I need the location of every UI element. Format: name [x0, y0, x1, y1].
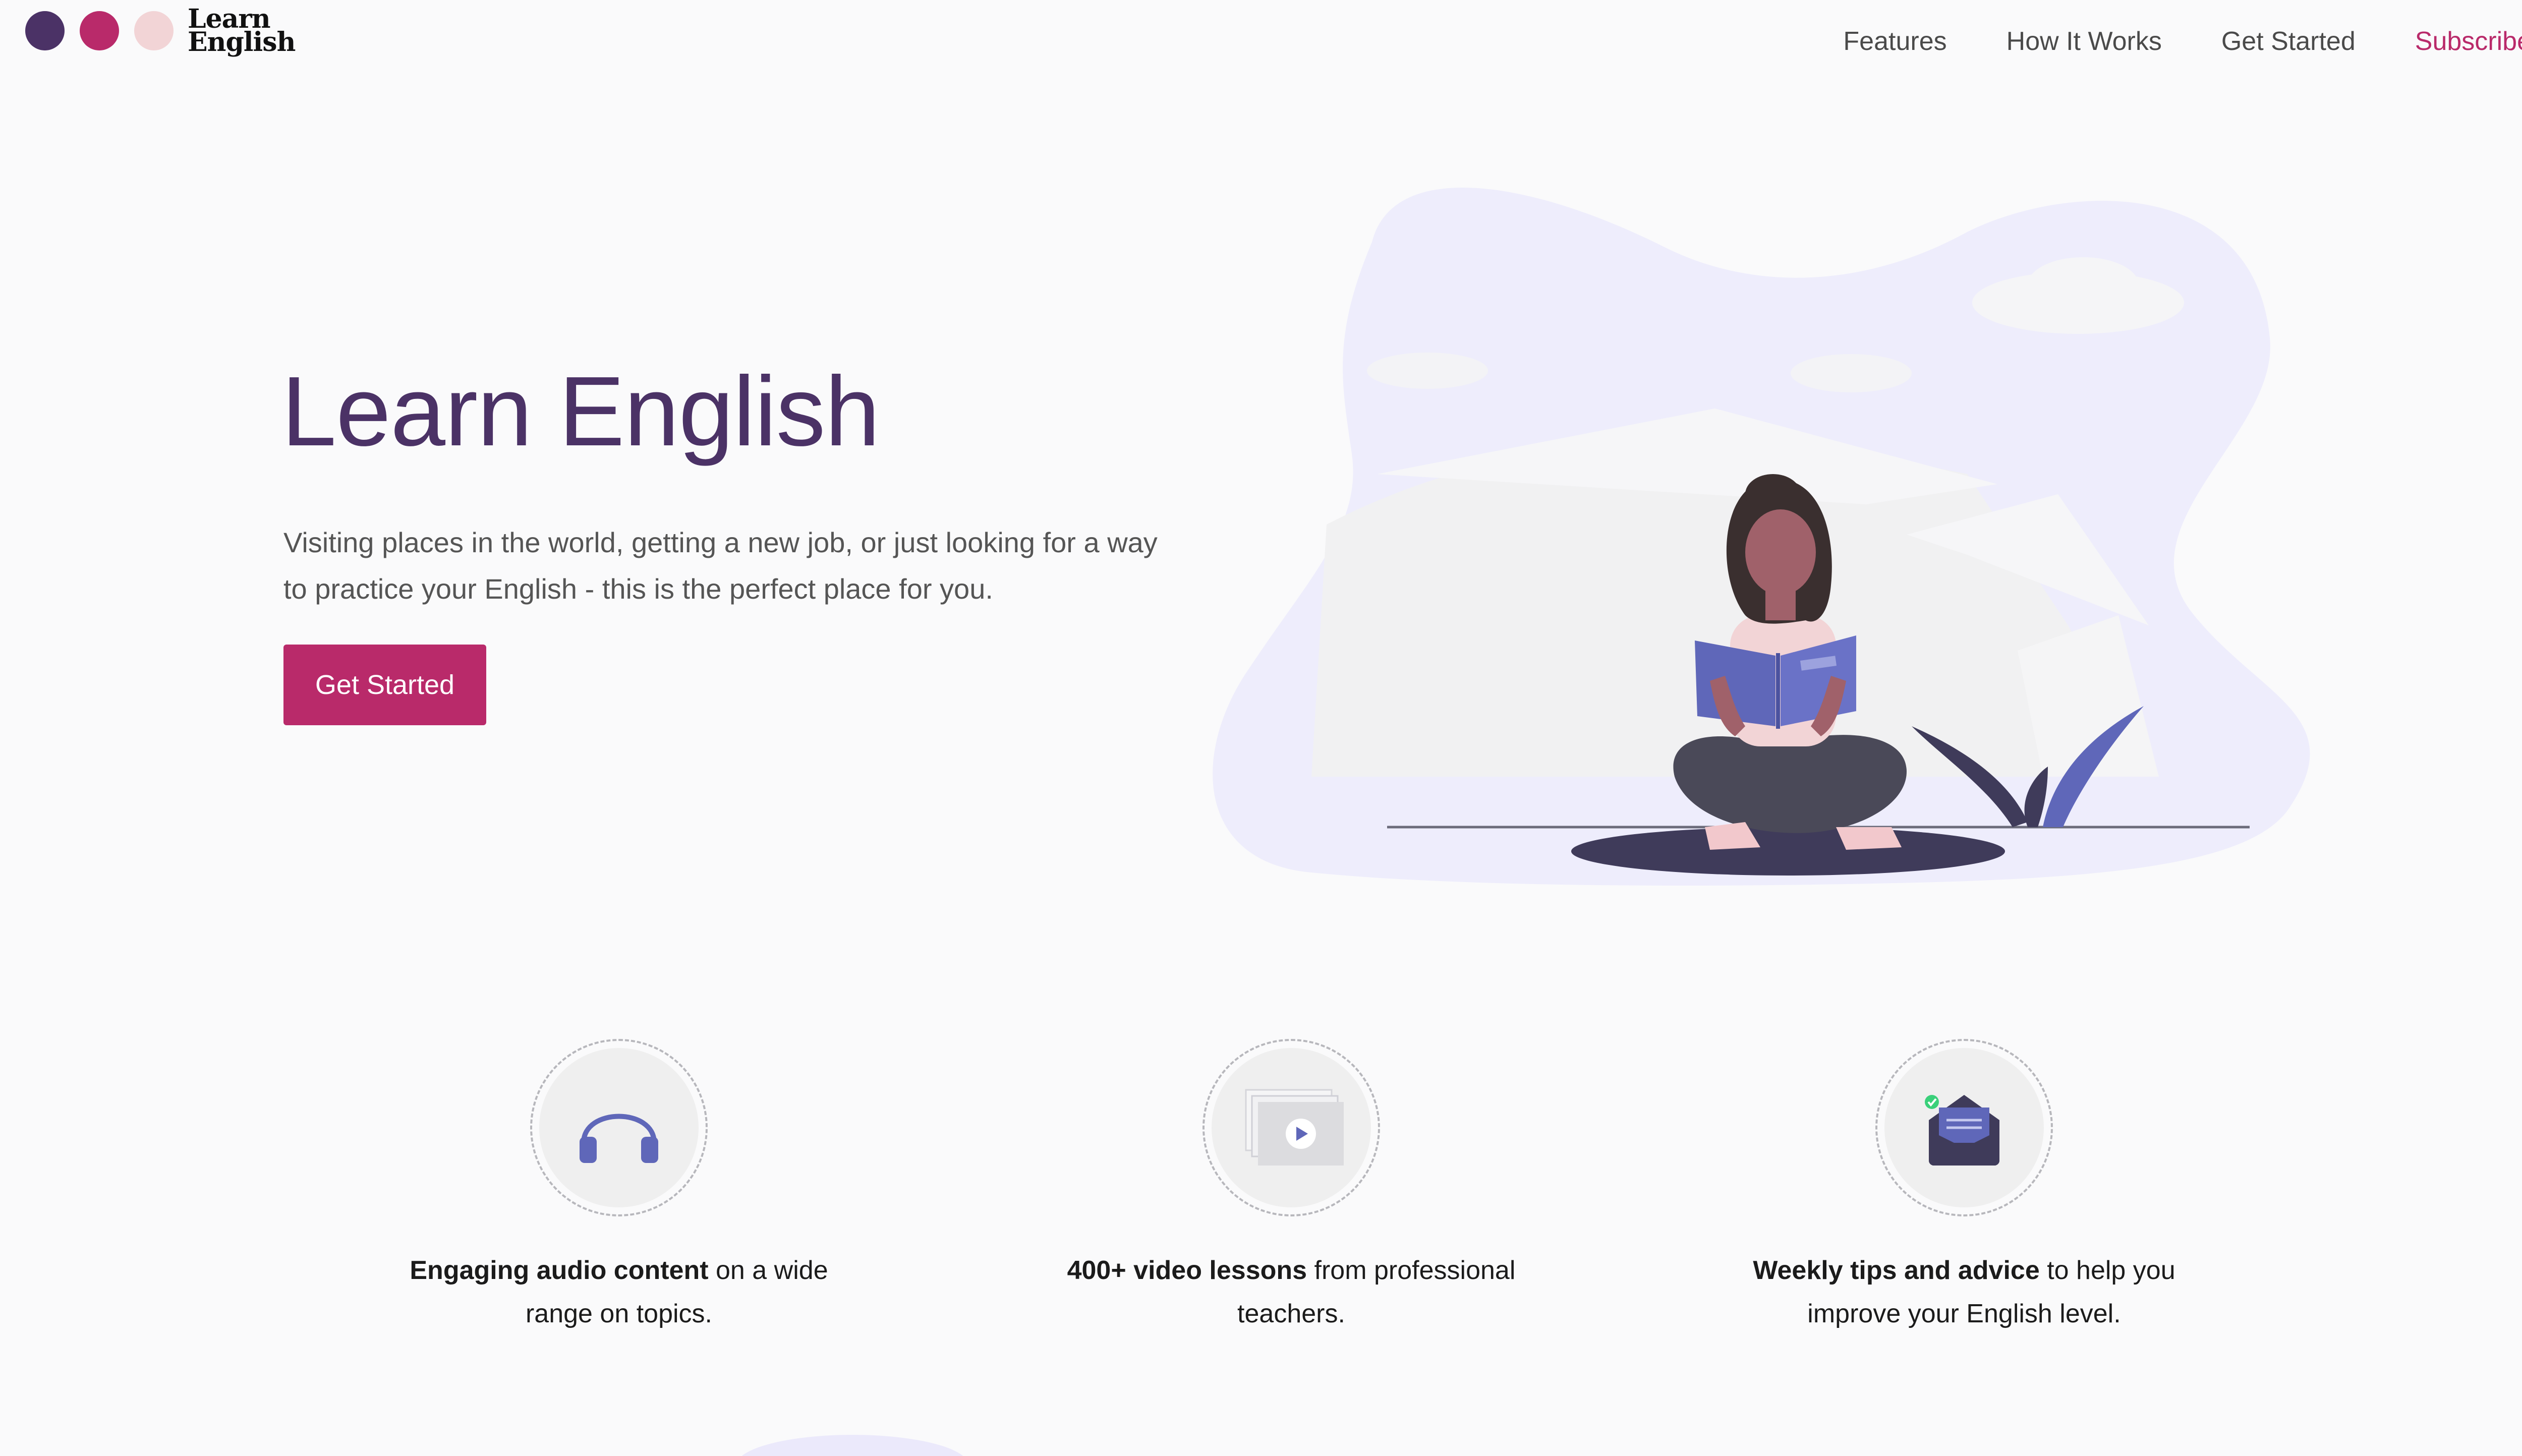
- cloud-icon: [2028, 257, 2139, 313]
- feature-video-text: 400+ video lessons from professional tea…: [1049, 1249, 1533, 1335]
- woman-neck: [1765, 585, 1796, 620]
- logo-dot-magenta: [80, 11, 119, 50]
- feature-tips-text: Weekly tips and advice to help you impro…: [1722, 1249, 2206, 1335]
- nav-subscribe-link[interactable]: Subscribe: [2415, 26, 2522, 56]
- video-icon: [1245, 1089, 1344, 1166]
- logo-line-2: English: [188, 27, 296, 57]
- logo-dot-purple: [25, 11, 65, 50]
- feature-video: 400+ video lessons from professional tea…: [1029, 1039, 1554, 1335]
- nav-features-link[interactable]: Features: [1843, 26, 1946, 56]
- nav-how-it-works-link[interactable]: How It Works: [2007, 26, 2162, 56]
- feature-audio-bold: Engaging audio content: [410, 1256, 709, 1285]
- feature-icon-background: [1212, 1048, 1371, 1207]
- cloud-icon: [1791, 354, 1912, 392]
- nav-get-started-link[interactable]: Get Started: [2221, 26, 2356, 56]
- cloud-icon: [1367, 353, 1488, 389]
- logo-text: Learn English: [188, 6, 296, 57]
- feature-audio-text: Engaging audio content on a wide range o…: [377, 1249, 861, 1335]
- logo-dot-pink: [134, 11, 174, 50]
- logo[interactable]: Learn English: [25, 6, 296, 57]
- feature-tips: Weekly tips and advice to help you impro…: [1702, 1039, 2226, 1335]
- woman-face: [1745, 509, 1816, 595]
- feature-audio: Engaging audio content on a wide range o…: [357, 1039, 881, 1335]
- hero-title: Learn English: [281, 356, 880, 467]
- feature-tips-bold: Weekly tips and advice: [1753, 1256, 2040, 1285]
- woman-foot: [1836, 827, 1902, 850]
- page: Learn English Features How It Works Get …: [0, 0, 2522, 1456]
- envelope-icon: [1925, 1095, 1999, 1166]
- feature-icon-circle: [1202, 1039, 1380, 1216]
- feature-icon-background: [539, 1048, 699, 1207]
- feature-icon-background: [1884, 1048, 2044, 1207]
- reading-woman-illustration: [1213, 188, 2310, 886]
- feature-icon-circle: [1875, 1039, 2053, 1216]
- site-header: Learn English Features How It Works Get …: [0, 0, 2522, 91]
- feature-icon-circle: [530, 1039, 708, 1216]
- hero-description: Visiting places in the world, getting a …: [283, 527, 1158, 605]
- main-nav: Features How It Works Get Started Subscr…: [1843, 26, 2522, 56]
- woman-hair-bun: [1745, 474, 1801, 514]
- floor-shadow: [1571, 827, 2005, 876]
- headphones-icon: [580, 1114, 658, 1163]
- section-decoration-blob: [736, 1435, 968, 1456]
- feature-video-bold: 400+ video lessons: [1067, 1256, 1307, 1285]
- get-started-button[interactable]: Get Started: [283, 645, 486, 725]
